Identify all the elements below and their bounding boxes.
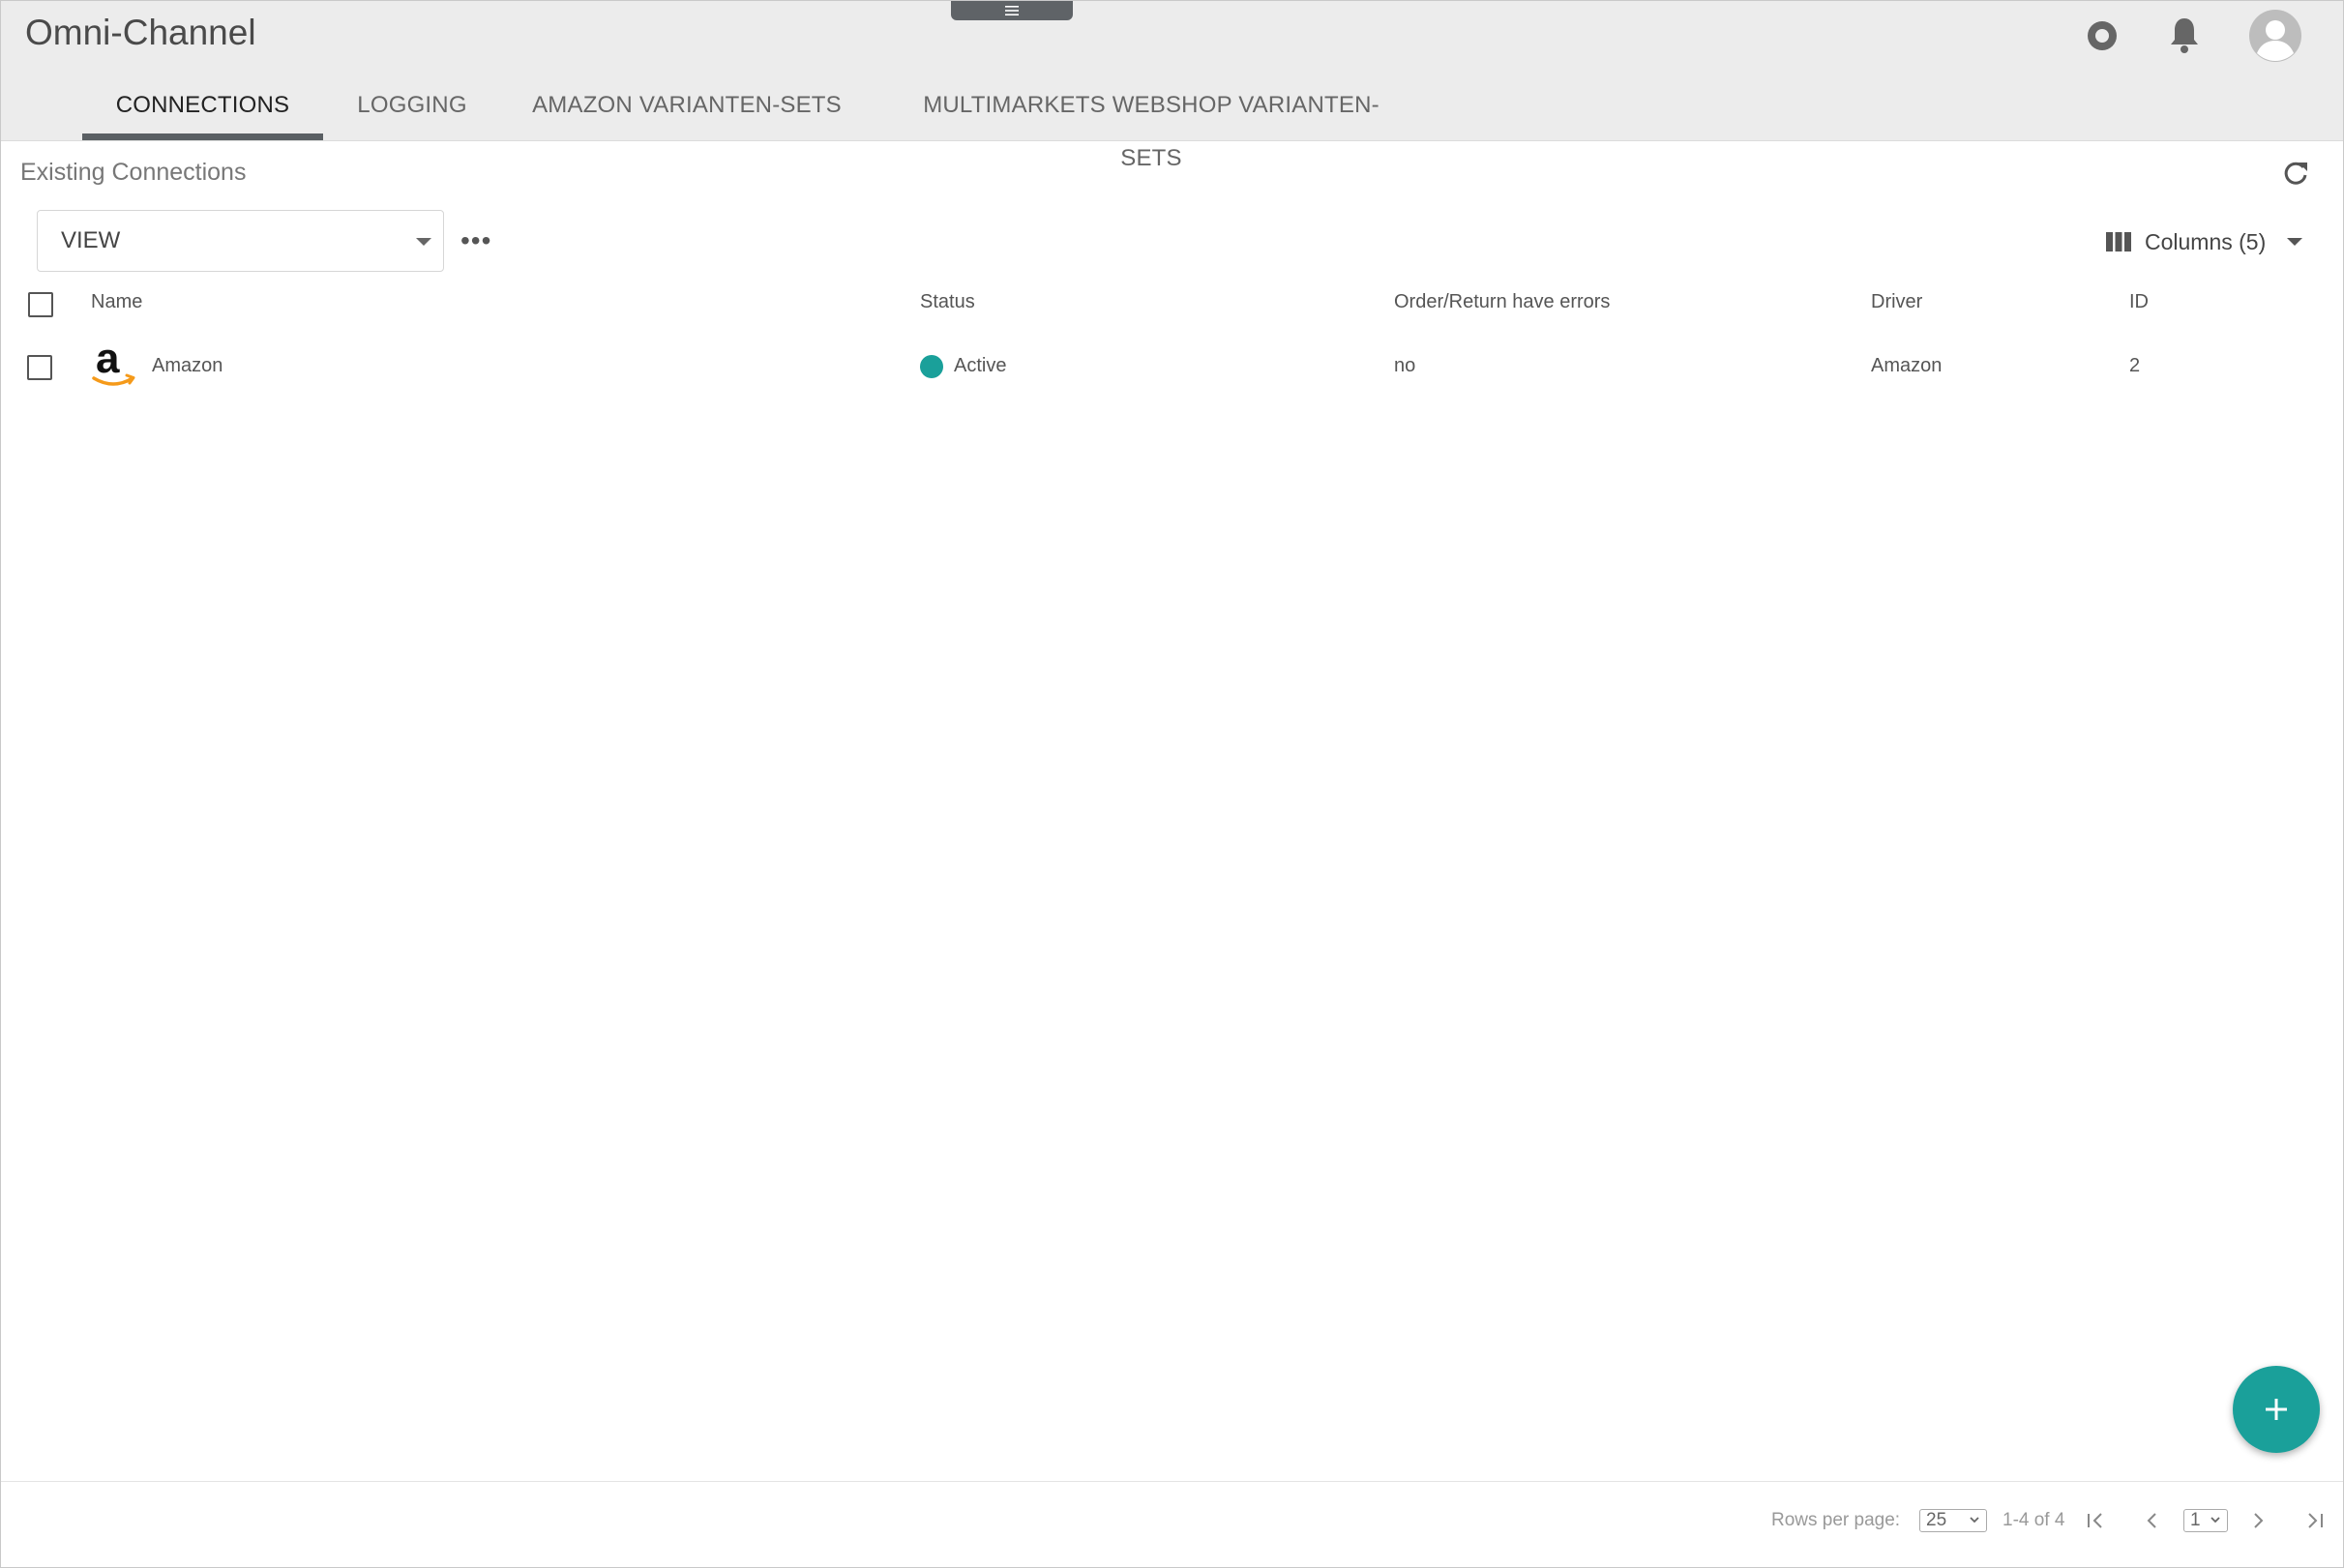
select-all-checkbox[interactable]	[28, 292, 53, 317]
column-header-driver[interactable]: Driver	[1871, 291, 1922, 313]
active-tab-indicator	[82, 133, 323, 140]
app-frame: Omni-Channel CONNECTIONS LOGGING AMAZON …	[0, 0, 2344, 1568]
columns-button[interactable]: Columns (5)	[2106, 227, 2303, 256]
first-page-icon	[2088, 1513, 2102, 1528]
more-options-button[interactable]: •••	[460, 227, 491, 254]
tab-connections[interactable]: CONNECTIONS	[82, 78, 323, 140]
columns-label: Columns (5)	[2145, 228, 2267, 254]
cell-driver: Amazon	[1871, 355, 1943, 376]
columns-icon	[2106, 232, 2131, 251]
column-header-name[interactable]: Name	[91, 291, 142, 313]
cell-errors: no	[1394, 355, 1416, 376]
svg-text:a: a	[96, 340, 120, 382]
cell-name: Amazon	[152, 355, 223, 376]
bell-icon[interactable]	[2167, 15, 2202, 60]
app-title: Omni-Channel	[25, 13, 256, 52]
record-icon[interactable]	[2085, 18, 2120, 58]
amazon-logo-icon: a	[90, 335, 138, 395]
footer-divider	[1, 1481, 2343, 1482]
plus-icon	[2266, 1399, 2287, 1420]
cell-id: 2	[2129, 355, 2141, 376]
page-select-value: 1	[2190, 1510, 2201, 1530]
rows-per-page-label: Rows per page:	[1771, 1510, 1901, 1530]
tab-multimarkets-webshop-varianten-sets[interactable]: MULTIMARKETS WEBSHOP VARIANTEN-SETS	[899, 78, 1404, 171]
chevron-down-icon	[2287, 238, 2303, 246]
chevron-down-icon	[416, 238, 431, 246]
rows-per-page-value: 25	[1926, 1510, 1947, 1530]
view-select-label: VIEW	[61, 227, 121, 253]
chevron-down-icon	[2210, 1517, 2220, 1524]
rows-per-page-select[interactable]: 25	[1919, 1509, 1987, 1532]
avatar-icon[interactable]	[2248, 9, 2302, 68]
last-page-button[interactable]	[2302, 1508, 2328, 1538]
refresh-icon[interactable]	[2281, 159, 2310, 192]
page-select[interactable]: 1	[2183, 1509, 2228, 1532]
cell-status: Active	[954, 355, 1007, 376]
tab-logging[interactable]: LOGGING	[347, 78, 477, 140]
column-header-errors[interactable]: Order/Return have errors	[1394, 291, 1610, 313]
next-page-button[interactable]	[2245, 1508, 2270, 1538]
last-page-icon	[2308, 1513, 2323, 1528]
menu-toggle-button[interactable]	[951, 1, 1073, 20]
first-page-button[interactable]	[2083, 1508, 2108, 1538]
column-header-status[interactable]: Status	[920, 291, 975, 313]
chevron-left-icon	[2147, 1513, 2156, 1528]
hamburger-icon	[1005, 6, 1019, 15]
pagination-range: 1-4 of 4	[2003, 1510, 2065, 1530]
add-connection-button[interactable]	[2233, 1366, 2320, 1453]
status-active-indicator	[920, 355, 943, 378]
section-title: Existing Connections	[20, 159, 247, 186]
tab-amazon-varianten-sets[interactable]: AMAZON VARIANTEN-SETS	[531, 78, 843, 140]
previous-page-button[interactable]	[2140, 1508, 2165, 1538]
top-bar: Omni-Channel CONNECTIONS LOGGING AMAZON …	[1, 1, 2343, 171]
row-checkbox[interactable]	[27, 355, 52, 380]
chevron-down-icon	[1970, 1517, 1979, 1524]
chevron-right-icon	[2254, 1513, 2264, 1528]
view-select[interactable]: VIEW	[37, 210, 444, 272]
column-header-id[interactable]: ID	[2129, 291, 2149, 313]
